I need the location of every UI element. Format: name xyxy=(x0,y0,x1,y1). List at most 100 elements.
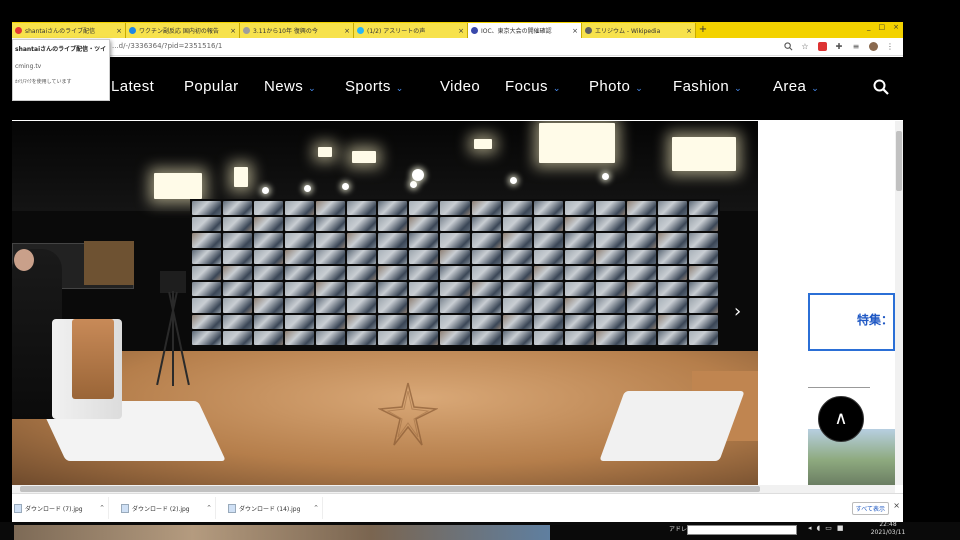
participant-tile xyxy=(533,298,563,313)
zoom-icon[interactable] xyxy=(783,41,793,51)
participant-tile xyxy=(688,330,718,345)
tab-close-icon[interactable]: × xyxy=(230,27,236,35)
participant-tile xyxy=(316,201,346,216)
studio-light xyxy=(352,151,376,163)
participant-tile xyxy=(254,298,284,313)
toolbar-icons: ☆ ✚ ≡ ⋮ xyxy=(783,41,895,51)
participant-tile xyxy=(564,217,594,232)
participant-tile xyxy=(347,314,377,329)
kebab-icon[interactable]: ⋮ xyxy=(885,41,895,51)
arrow-icon[interactable]: ◂ xyxy=(808,524,812,532)
browser-tab[interactable]: エリジウム - Wikipedia × xyxy=(582,23,696,38)
nav-item[interactable]: Sports ⌄ xyxy=(345,78,404,95)
participant-tile xyxy=(223,265,253,281)
speaker-icon[interactable]: ◖ xyxy=(817,524,821,532)
spotlight xyxy=(510,177,517,184)
nav-item[interactable]: Area ⌄ xyxy=(773,78,819,95)
close-downloads-bar-button[interactable]: × xyxy=(893,501,900,510)
spotlight xyxy=(410,181,417,188)
tab-close-icon[interactable]: × xyxy=(116,27,122,35)
chevron-up-icon[interactable]: ⌃ xyxy=(206,504,212,512)
close-window-button[interactable]: × xyxy=(893,22,899,32)
participant-tile xyxy=(316,282,346,297)
taskbar-address-input[interactable] xyxy=(687,525,797,535)
participant-tile xyxy=(657,282,687,297)
chevron-up-icon[interactable]: ⌃ xyxy=(99,504,105,512)
participant-tile xyxy=(254,330,284,345)
participant-tile xyxy=(688,314,718,329)
tab-close-icon[interactable]: × xyxy=(344,27,350,35)
tab-close-icon[interactable]: × xyxy=(458,27,464,35)
participant-tile xyxy=(595,249,625,264)
tab-close-icon[interactable]: × xyxy=(572,27,578,35)
participant-tile xyxy=(440,314,470,329)
participant-tile xyxy=(471,314,501,329)
menu-icon[interactable]: ≡ xyxy=(851,41,861,51)
address-bar: ...d/-/3336364/?pid=2351516/1 ☆ ✚ ≡ ⋮ xyxy=(12,38,903,56)
horizontal-scrollbar[interactable] xyxy=(12,485,895,493)
participant-tile xyxy=(502,249,532,264)
participant-tile xyxy=(502,233,532,248)
avatar-icon[interactable] xyxy=(868,41,878,51)
notification-popup[interactable]: shantaiさんのライブ配信・ツイ cming.tv ｶﾒﾗ/ﾏｲｸを使用して… xyxy=(12,39,110,101)
participant-tile xyxy=(378,233,408,248)
download-item[interactable]: ダウンロード (7).jpg ⌃ xyxy=(12,497,109,519)
participant-tile xyxy=(626,282,656,297)
vertical-scrollbar[interactable] xyxy=(895,121,903,485)
chevron-up-icon[interactable]: ⌃ xyxy=(313,504,319,512)
nav-item[interactable]: News ⌄ xyxy=(264,78,316,95)
participant-tile xyxy=(688,265,718,281)
file-icon xyxy=(228,503,236,513)
participant-tile xyxy=(409,265,439,281)
spotlight xyxy=(304,185,311,192)
participant-tile xyxy=(440,282,470,297)
browser-tab[interactable]: ワクチン副反応 国内初の報告 × xyxy=(126,23,240,38)
participant-tile xyxy=(285,330,315,345)
browser-tab[interactable]: (1/2) アスリートの声 × xyxy=(354,23,468,38)
podium-front xyxy=(72,319,114,399)
next-slide-arrow[interactable]: › xyxy=(734,301,741,322)
nav-item[interactable]: Video xyxy=(440,78,480,95)
download-item[interactable]: ダウンロード (2).jpg ⌃ xyxy=(119,497,216,519)
nav-item[interactable]: Popular xyxy=(184,78,239,95)
nav-item-label: Sports xyxy=(345,78,391,95)
participant-tile xyxy=(347,265,377,281)
participant-tile xyxy=(564,265,594,281)
star-icon[interactable]: ☆ xyxy=(800,41,810,51)
browser-tab[interactable]: 3.11から10年 復興の今 × xyxy=(240,23,354,38)
taskbar-preview[interactable] xyxy=(14,525,550,540)
participant-tile xyxy=(533,249,563,264)
participant-tile xyxy=(378,201,408,216)
minimize-button[interactable]: _ xyxy=(867,22,871,32)
participant-tile xyxy=(254,217,284,232)
tab-close-icon[interactable]: × xyxy=(686,27,692,35)
participant-tile xyxy=(223,249,253,264)
nav-item-label: News xyxy=(264,78,304,95)
participant-tile xyxy=(471,217,501,232)
show-all-downloads-button[interactable]: すべて表示 xyxy=(851,502,889,515)
download-item[interactable]: ダウンロード (14).jpg ⌃ xyxy=(226,497,323,519)
back-to-top-button[interactable]: ∧ xyxy=(818,396,864,442)
new-tab-button[interactable]: + xyxy=(696,23,710,38)
participant-tile xyxy=(347,233,377,248)
main-video[interactable]: › xyxy=(12,121,758,485)
special-feature-box[interactable]: 特集： xyxy=(808,293,895,351)
camera-rig xyxy=(152,261,192,391)
nav-item[interactable]: Fashion ⌄ xyxy=(673,78,742,95)
clock[interactable]: 22:48 2021/03/11 xyxy=(862,521,914,537)
maximize-button[interactable]: □ xyxy=(879,22,886,32)
participant-tile xyxy=(626,249,656,264)
network-icon[interactable]: ▭ xyxy=(825,524,832,532)
ime-icon[interactable]: ■ xyxy=(837,524,844,532)
puzzle-icon[interactable]: ✚ xyxy=(834,41,844,51)
nav-item[interactable]: Photo ⌄ xyxy=(589,78,643,95)
participant-tile xyxy=(502,282,532,297)
nav-item[interactable]: Focus ⌄ xyxy=(505,78,561,95)
extension-icon[interactable] xyxy=(817,41,827,51)
participant-tile xyxy=(626,265,656,281)
browser-tab[interactable]: shantaiさんのライブ配信 × xyxy=(12,23,126,38)
participant-tile xyxy=(347,282,377,297)
search-icon[interactable] xyxy=(873,79,889,95)
url-text[interactable]: ...d/-/3336364/?pid=2351516/1 xyxy=(112,42,222,50)
browser-tab[interactable]: IOC、東京大会の開催確認 × xyxy=(468,23,582,38)
